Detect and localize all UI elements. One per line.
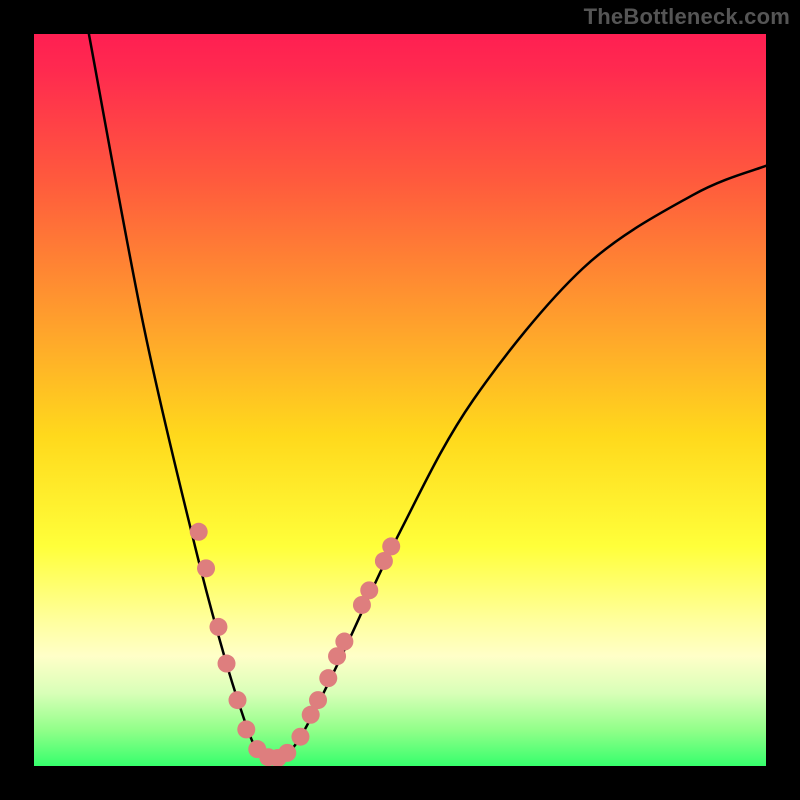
data-marker — [335, 633, 353, 651]
data-marker — [209, 618, 227, 636]
data-marker — [291, 728, 309, 746]
data-marker — [218, 655, 236, 673]
data-marker — [382, 537, 400, 555]
data-marker — [229, 691, 247, 709]
data-marker — [278, 744, 296, 762]
data-marker — [319, 669, 337, 687]
chart-frame: TheBottleneck.com — [0, 0, 800, 800]
plot-area — [34, 34, 766, 766]
chart-svg — [34, 34, 766, 766]
data-marker — [237, 720, 255, 738]
watermark-text: TheBottleneck.com — [584, 4, 790, 30]
data-marker — [360, 581, 378, 599]
data-marker — [309, 691, 327, 709]
background-gradient — [34, 34, 766, 766]
data-marker — [190, 523, 208, 541]
data-marker — [197, 559, 215, 577]
